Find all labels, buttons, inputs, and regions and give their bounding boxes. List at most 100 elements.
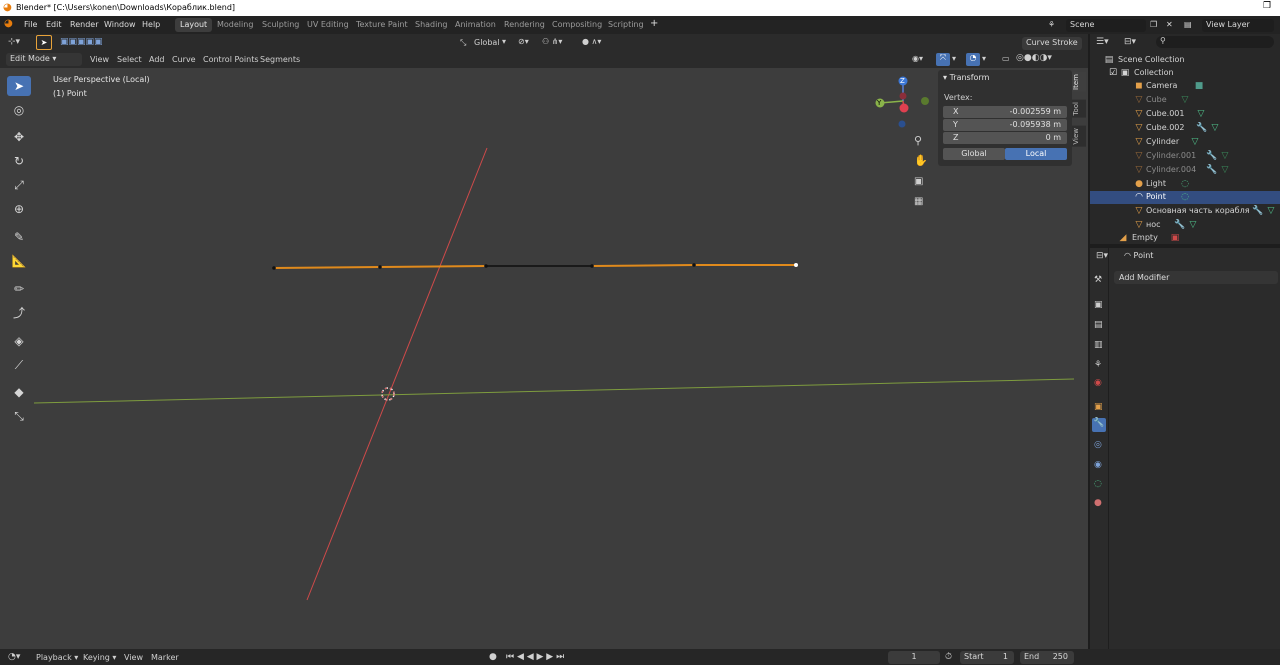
shear-tool-icon[interactable]: ⤡ xyxy=(7,406,31,426)
tab-modeling[interactable]: Modeling xyxy=(212,18,258,32)
object-data-tab-icon[interactable]: ◌ xyxy=(1094,479,1102,489)
properties-editor-icon[interactable]: ⊟▾ xyxy=(1096,251,1108,261)
transform-orientation-dropdown[interactable]: Global xyxy=(474,38,500,47)
outliner-row-collection[interactable]: ☑ ▣ Collection xyxy=(1090,67,1280,80)
pivot-icon[interactable]: ⊘▾ xyxy=(518,37,529,46)
vertex-z-field[interactable]: Z0 m xyxy=(943,132,1067,144)
checkbox-icon[interactable]: ☑ xyxy=(1108,68,1118,78)
tab-texture-paint[interactable]: Texture Paint xyxy=(351,18,413,32)
3d-viewport[interactable]: Z Y User Perspective (Local) (1) Point ⚲… xyxy=(0,68,1088,649)
transform-header[interactable]: ▾ Transform xyxy=(943,73,989,82)
outliner-search-icon[interactable]: ⚲ xyxy=(1156,36,1274,48)
global-button[interactable]: Global xyxy=(943,148,1005,160)
tab-compositing[interactable]: Compositing xyxy=(547,18,607,32)
cursor-tool-icon[interactable]: ◎ xyxy=(7,100,31,120)
tab-item[interactable]: Item xyxy=(1072,72,1086,92)
select-tool-icon[interactable]: ➤ xyxy=(36,35,52,50)
tool-tab-icon[interactable]: ⚒ xyxy=(1094,275,1102,285)
menu-render[interactable]: Render xyxy=(70,20,98,29)
outliner-row-cube001[interactable]: ▽ Cube.001 ▽ xyxy=(1090,108,1280,121)
render-tab-icon[interactable]: ▣ xyxy=(1094,300,1103,310)
outliner-row-nose[interactable]: ▽ нос 🔧 ▽ xyxy=(1090,219,1280,232)
outliner-row-cylinder[interactable]: ▽ Cylinder ▽ xyxy=(1090,136,1280,149)
chevron-down-icon[interactable]: ▾ xyxy=(952,54,956,63)
menu-help[interactable]: Help xyxy=(142,20,160,29)
end-frame-field[interactable]: End 250 xyxy=(1020,651,1074,664)
particles-tab-icon[interactable]: ◎ xyxy=(1094,440,1102,450)
gizmo-toggle-icon[interactable]: ⤧ xyxy=(936,53,950,66)
outliner-row-light[interactable]: ● Light ◌ xyxy=(1090,178,1280,191)
start-frame-field[interactable]: Start 1 xyxy=(960,651,1014,664)
perspective-grid-icon[interactable]: ▦ xyxy=(914,196,923,207)
proportional-edit-icon[interactable]: ● ∧▾ xyxy=(582,37,601,46)
shading-modes-icons[interactable]: ◎●◐◑▾ xyxy=(1016,53,1052,63)
current-frame-field[interactable]: 1 xyxy=(888,651,940,664)
view-layer-tab-icon[interactable]: ▥ xyxy=(1094,340,1103,350)
object-tab-icon[interactable]: ▣ xyxy=(1094,402,1103,412)
menu-view[interactable]: View xyxy=(90,55,109,64)
output-tab-icon[interactable]: ▤ xyxy=(1094,320,1103,330)
add-modifier-button[interactable]: Add Modifier xyxy=(1114,271,1278,284)
display-mode-icon[interactable]: ⊟▾ xyxy=(1124,37,1136,47)
blender-menu-icon[interactable]: ◕ xyxy=(4,18,13,29)
menu-curve[interactable]: Curve xyxy=(172,55,196,64)
curve-stroke-dropdown[interactable]: Curve Stroke xyxy=(1022,37,1082,50)
camera-view-icon[interactable]: ▣ xyxy=(914,176,923,187)
material-tab-icon[interactable]: ● xyxy=(1094,498,1102,508)
menu-control-points[interactable]: Control Points xyxy=(203,55,259,64)
record-icon[interactable]: ● xyxy=(489,652,497,662)
outliner-row-cylinder004[interactable]: ▽ Cylinder.004 🔧 ▽ xyxy=(1090,164,1280,177)
menu-select[interactable]: Select xyxy=(117,55,142,64)
scene-selector[interactable]: Scene xyxy=(1066,19,1146,32)
local-button[interactable]: Local xyxy=(1005,148,1067,160)
modifier-tab-icon[interactable]: 🔧 xyxy=(1092,418,1106,432)
menu-edit[interactable]: Edit xyxy=(46,20,62,29)
move-tool-icon[interactable]: ✥ xyxy=(7,127,31,147)
physics-tab-icon[interactable]: ◉ xyxy=(1094,460,1102,470)
add-workspace-icon[interactable]: + xyxy=(650,18,658,29)
world-tab-icon[interactable]: ◉ xyxy=(1094,378,1102,388)
draw-tool-icon[interactable]: ✏ xyxy=(7,279,31,299)
vertex-y-field[interactable]: Y -0.095938 m xyxy=(943,119,1067,131)
menu-add[interactable]: Add xyxy=(149,55,165,64)
tab-tool[interactable]: Tool xyxy=(1072,100,1086,118)
snap-icon[interactable]: ⚇ ⋔▾ xyxy=(542,37,562,46)
menu-segments[interactable]: Segments xyxy=(260,55,300,64)
view-layer-selector[interactable]: View Layer xyxy=(1202,19,1274,32)
tab-view[interactable]: View xyxy=(1072,126,1086,147)
menu-playback[interactable]: Playback ▾ xyxy=(36,653,78,662)
tab-uv-editing[interactable]: UV Editing xyxy=(302,18,354,32)
outliner-row-cylinder001[interactable]: ▽ Cylinder.001 🔧 ▽ xyxy=(1090,150,1280,163)
timeline-editor-icon[interactable]: ◔▾ xyxy=(8,652,20,662)
pan-hand-icon[interactable]: ✋ xyxy=(914,154,928,167)
radius-tool-icon[interactable]: ◈ xyxy=(7,331,31,351)
annotate-tool-icon[interactable]: ✎ xyxy=(7,227,31,247)
randomize-tool-icon[interactable]: ◆ xyxy=(7,382,31,402)
menu-marker[interactable]: Marker xyxy=(151,653,179,662)
tab-animation[interactable]: Animation xyxy=(450,18,501,32)
tab-scripting[interactable]: Scripting xyxy=(603,18,649,32)
outliner-editor-icon[interactable]: ☰▾ xyxy=(1096,37,1109,47)
chevron-down-icon[interactable]: ▾ xyxy=(982,54,986,63)
outliner-row-camera[interactable]: ◼ Camera ■ xyxy=(1090,80,1280,93)
visibility-icon[interactable]: ◉▾ xyxy=(912,54,923,63)
scale-tool-icon[interactable]: ⤢ xyxy=(7,175,31,195)
transform-tool-icon[interactable]: ⊕ xyxy=(7,199,31,219)
outliner-row-cube[interactable]: ▽ Cube ▽ xyxy=(1090,94,1280,107)
tab-rendering[interactable]: Rendering xyxy=(499,18,550,32)
mode-dropdown[interactable]: Edit Mode ▾ xyxy=(6,53,82,66)
tab-shading[interactable]: Shading xyxy=(410,18,453,32)
stopwatch-icon[interactable]: ⏱ xyxy=(945,652,952,662)
vertex-x-field[interactable]: X -0.002559 m xyxy=(943,106,1067,118)
tab-sculpting[interactable]: Sculpting xyxy=(257,18,304,32)
zoom-icon[interactable]: ⚲ xyxy=(914,134,922,147)
editor-type-icon[interactable]: ⊹▾ xyxy=(8,37,20,47)
close-scene-icon[interactable]: ✕ xyxy=(1166,20,1173,29)
menu-file[interactable]: File xyxy=(24,20,37,29)
extrude-tool-icon[interactable]: ⤴ xyxy=(7,303,31,323)
outliner-row-empty[interactable]: ◢ Empty ▣ xyxy=(1090,232,1280,245)
scene-tab-icon[interactable]: ⚘ xyxy=(1094,360,1102,370)
select-mode-icons[interactable]: ▣▣▣▣▣ xyxy=(60,37,103,47)
outliner-row-point[interactable]: ◠ Point ◌ xyxy=(1090,191,1280,204)
select-box-tool[interactable]: ➤ xyxy=(7,76,31,96)
